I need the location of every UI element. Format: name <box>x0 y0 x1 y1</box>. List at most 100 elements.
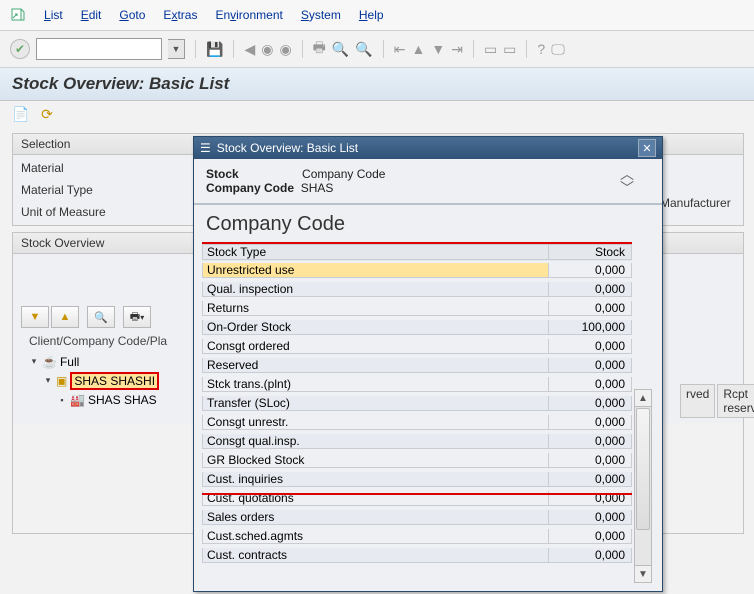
table-row[interactable]: Consgt qual.insp.0,000 <box>202 432 632 451</box>
table-row[interactable]: Cust. quotations0,000 <box>202 489 632 508</box>
grid-header-row: Stock Type Stock <box>202 242 632 261</box>
command-menu-icon[interactable] <box>10 7 26 23</box>
material-label: Material <box>21 161 131 175</box>
stock-value-cell: 0,000 <box>548 339 632 354</box>
print-tree-button[interactable]: 🖶▾ <box>123 306 151 328</box>
chevron-down-icon: ﹀ <box>620 183 634 193</box>
help-icon: ? <box>537 41 545 57</box>
cancel-icon: ◉ <box>279 41 291 58</box>
company-icon: ▣ <box>56 374 67 388</box>
stock-value-cell: 0,000 <box>548 472 632 487</box>
page-title: Stock Overview: Basic List <box>12 74 742 94</box>
stock-type-cell: Transfer (SLoc) <box>202 396 548 411</box>
dialog-title: Stock Overview: Basic List <box>217 141 358 155</box>
stock-type-cell: Consgt qual.insp. <box>202 434 548 449</box>
new-session-icon: ▭ <box>484 41 497 58</box>
scroll-down-icon[interactable]: ▼ <box>635 565 651 582</box>
material-type-label: Material Type <box>21 183 131 197</box>
refresh-icon[interactable]: ⟳ <box>38 105 56 123</box>
stock-type-cell: Cust. inquiries <box>202 472 548 487</box>
enter-button[interactable]: ✔ <box>10 39 30 59</box>
app-toolbar: 📄 ⟳ <box>0 101 754 127</box>
stock-value-cell: 0,000 <box>548 301 632 316</box>
table-row[interactable]: On-Order Stock100,000 <box>202 318 632 337</box>
detail-dialog: ☰ Stock Overview: Basic List ✕ Stock Com… <box>193 136 663 592</box>
menu-environment[interactable]: Environment <box>215 8 282 22</box>
command-field[interactable] <box>36 38 162 60</box>
exit-icon: ◉ <box>261 41 273 58</box>
stock-type-cell: Unrestricted use <box>202 263 548 278</box>
next-page-icon: ▼ <box>431 41 445 57</box>
menu-goto[interactable]: Goto <box>119 8 145 22</box>
table-row[interactable]: Consgt unrestr.0,000 <box>202 413 632 432</box>
table-row[interactable]: Cust.sched.agmts0,000 <box>202 527 632 546</box>
stock-type-cell: Cust.sched.agmts <box>202 529 548 544</box>
table-row[interactable]: Cust. inquiries0,000 <box>202 470 632 489</box>
table-row[interactable]: Sales orders0,000 <box>202 508 632 527</box>
stock-value-cell: 0,000 <box>548 529 632 544</box>
table-row[interactable]: Reserved0,000 <box>202 356 632 375</box>
stock-value-cell: 0,000 <box>548 377 632 392</box>
stock-value-cell: 100,000 <box>548 320 632 335</box>
menu-system[interactable]: System <box>301 8 341 22</box>
stock-value-cell: 0,000 <box>548 453 632 468</box>
stock-value-cell: 0,000 <box>548 415 632 430</box>
table-row[interactable]: Returns0,000 <box>202 299 632 318</box>
stock-value-cell: 0,000 <box>548 358 632 373</box>
find-next-icon: 🔍 <box>355 41 372 58</box>
stock-type-cell: Qual. inspection <box>202 282 548 297</box>
table-row[interactable]: Qual. inspection0,000 <box>202 280 632 299</box>
prev-page-icon: ▲ <box>411 41 425 57</box>
col-stock-type: Stock Type <box>202 244 548 260</box>
stock-value-cell: 0,000 <box>548 548 632 563</box>
menu-bar: List Edit Goto Extras Environment System… <box>0 0 754 31</box>
layout-icon: 🖵 <box>551 41 565 58</box>
scroll-thumb[interactable] <box>636 408 650 530</box>
dialog-close-button[interactable]: ✕ <box>638 139 656 157</box>
command-field-dropdown[interactable]: ▼ <box>168 39 185 59</box>
stock-type-cell: Returns <box>202 301 548 316</box>
stock-type-cell: Cust. contracts <box>202 548 548 563</box>
table-row[interactable]: Stck trans.(plnt)0,000 <box>202 375 632 394</box>
menu-list[interactable]: List <box>44 8 63 22</box>
stock-type-grid: Stock Type Stock Unrestricted use0,000Qu… <box>202 242 632 591</box>
stock-type-cell: Consgt unrestr. <box>202 415 548 430</box>
stock-type-cell: Cust. quotations <box>202 491 548 506</box>
shortcut-icon: ▭ <box>503 41 516 58</box>
page-title-band: Stock Overview: Basic List <box>0 68 754 101</box>
dialog-section-title: Company Code <box>194 205 662 242</box>
stock-value-cell: 0,000 <box>548 263 632 278</box>
stock-type-cell: Consgt ordered <box>202 339 548 354</box>
stock-value-cell: 0,000 <box>548 491 632 506</box>
col-stock: Stock <box>548 244 632 260</box>
table-row[interactable]: Consgt ordered0,000 <box>202 337 632 356</box>
stock-type-cell: On-Order Stock <box>202 320 548 335</box>
system-toolbar: ✔ ▼ 💾 ◀ ◉ ◉ 🖶 🔍 🔍 ⇤ ▲ ▼ ⇥ ▭ ▭ ? 🖵 <box>0 31 754 68</box>
dialog-menu-icon[interactable]: ☰ <box>200 141 211 155</box>
dialog-titlebar[interactable]: ☰ Stock Overview: Basic List ✕ <box>194 137 662 159</box>
expand-down-button[interactable]: ▼ <box>21 306 49 328</box>
table-row[interactable]: Unrestricted use0,000 <box>202 261 632 280</box>
manufacturer-label: Manufacturer <box>660 196 731 210</box>
stock-type-cell: Sales orders <box>202 510 548 525</box>
cup-icon: ☕ <box>42 355 57 369</box>
stock-value-cell: 0,000 <box>548 396 632 411</box>
scroll-up-icon[interactable]: ▲ <box>635 390 651 407</box>
print-icon: 🖶 <box>313 37 326 61</box>
dialog-scrollbar[interactable]: ▲ ▼ <box>634 389 652 583</box>
chevron-up-icon: ︿ <box>620 169 634 179</box>
stock-value-cell: 0,000 <box>548 282 632 297</box>
menu-help[interactable]: Help <box>359 8 384 22</box>
doc-create-icon[interactable]: 📄 <box>12 105 30 123</box>
grid-col-headers: rved Rcpt reserva <box>680 384 754 418</box>
last-page-icon: ⇥ <box>451 41 463 58</box>
table-row[interactable]: GR Blocked Stock0,000 <box>202 451 632 470</box>
menu-extras[interactable]: Extras <box>163 8 197 22</box>
find-node-button[interactable]: 🔍 <box>87 306 115 328</box>
uom-label: Unit of Measure <box>21 205 131 219</box>
table-row[interactable]: Cust. contracts0,000 <box>202 546 632 565</box>
collapse-up-button[interactable]: ▲ <box>51 306 79 328</box>
header-scroll-arrows[interactable]: ︿﹀ <box>620 169 634 193</box>
table-row[interactable]: Transfer (SLoc)0,000 <box>202 394 632 413</box>
menu-edit[interactable]: Edit <box>81 8 102 22</box>
